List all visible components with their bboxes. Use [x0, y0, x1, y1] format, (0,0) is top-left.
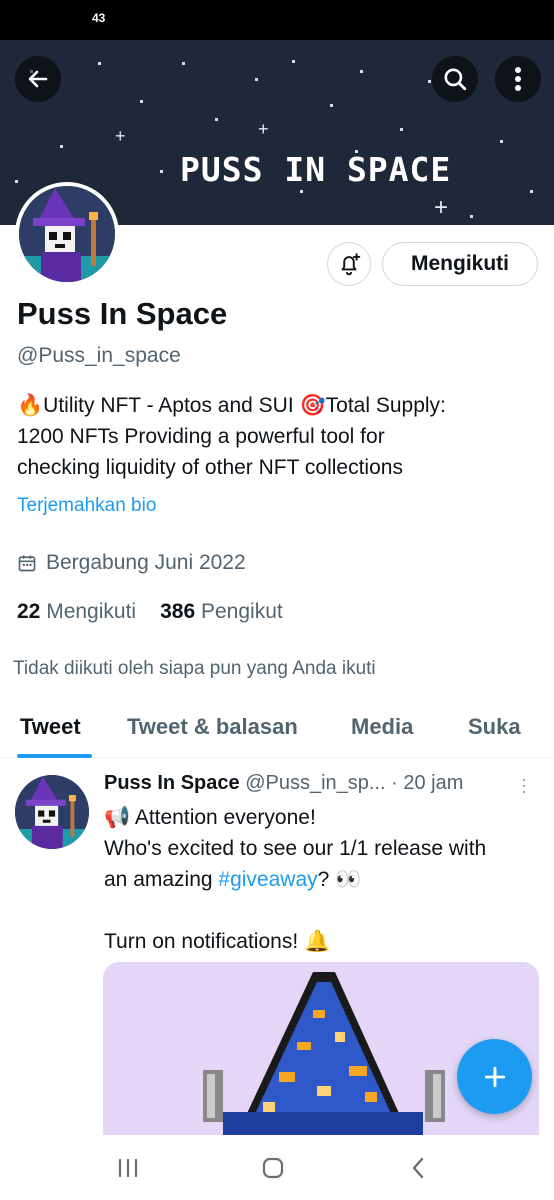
hashtag-link[interactable]: #giveaway — [218, 868, 317, 891]
banner-star — [15, 180, 18, 183]
tab-media[interactable]: Media — [351, 714, 413, 740]
followers-count: 386 — [160, 600, 196, 623]
tweet-line: 📢 Attention everyone! — [104, 806, 316, 829]
followers-stat[interactable]: 386 Pengikut — [160, 600, 283, 624]
status-bar: 43 — [0, 0, 554, 40]
bio-line: 1200 NFTs Providing a powerful tool for — [17, 425, 385, 448]
arrow-left-icon — [28, 70, 48, 88]
tweet-line: Turn on notifications! 🔔 — [104, 930, 331, 953]
banner-star — [292, 60, 295, 63]
banner-star — [160, 170, 163, 173]
tweet-header: Puss In Space @Puss_in_sp... · 20 jam — [104, 772, 463, 795]
tab-likes[interactable]: Suka — [468, 714, 521, 740]
following-count: 22 — [17, 600, 41, 623]
tweet-line: Who's excited to see our 1/1 release wit… — [104, 837, 487, 860]
active-tab-indicator — [17, 754, 92, 758]
avatar-image — [15, 775, 89, 849]
following-label: Mengikuti — [46, 600, 137, 623]
banner-star — [98, 62, 101, 65]
sparkle-icon: + — [434, 194, 449, 221]
banner-star — [330, 104, 333, 107]
profile-avatar[interactable] — [15, 182, 119, 286]
following-button[interactable]: Mengikuti — [382, 242, 538, 286]
banner-star — [400, 128, 403, 131]
banner-star — [182, 62, 185, 65]
home-button[interactable] — [253, 1153, 293, 1183]
back-nav-button[interactable] — [398, 1153, 438, 1183]
banner-star — [470, 215, 473, 218]
tweet-avatar[interactable] — [15, 775, 89, 849]
tweet-text: 📢 Attention everyone! Who's excited to s… — [104, 802, 544, 957]
joined-text: Bergabung Juni 2022 — [46, 551, 246, 574]
avatar — [19, 186, 115, 282]
chevron-left-icon — [412, 1157, 424, 1179]
banner-star — [215, 118, 218, 121]
more-vertical-icon — [515, 67, 521, 91]
bell-plus-icon — [341, 253, 361, 276]
tab-tweets[interactable]: Tweet — [20, 714, 81, 740]
profile-tabs: Tweet Tweet & balasan Media Suka — [0, 700, 554, 758]
plus-icon — [484, 1066, 505, 1087]
back-button[interactable] — [15, 56, 61, 102]
system-nav-bar — [0, 1135, 554, 1200]
bio-line: checking liquidity of other NFT collecti… — [17, 456, 403, 479]
tweet-line: an amazing #giveaway? 👀 — [104, 864, 544, 895]
banner-star — [530, 190, 533, 193]
profile-stats: 22 Mengikuti 386 Pengikut — [17, 600, 283, 624]
tweet-line-text: an amazing — [104, 868, 219, 891]
compose-tweet-button[interactable] — [457, 1039, 532, 1114]
banner-star — [428, 80, 431, 83]
tweet-more-icon[interactable]: · · · — [521, 770, 527, 800]
home-icon — [262, 1157, 284, 1179]
status-time: 43 — [92, 11, 106, 25]
banner-star — [360, 70, 363, 73]
profile-handle: @Puss_in_space — [17, 344, 181, 367]
tab-tweets-replies[interactable]: Tweet & balasan — [127, 714, 298, 740]
banner-star — [140, 100, 143, 103]
notifications-button[interactable] — [327, 242, 371, 286]
avatar-image — [19, 186, 115, 282]
more-options-button[interactable] — [495, 56, 541, 102]
banner-star — [300, 190, 303, 193]
tweet-time: · 20 jam — [391, 772, 464, 794]
followers-label: Pengikut — [200, 600, 283, 623]
not-followed-note: Tidak diikuti oleh siapa pun yang Anda i… — [13, 658, 376, 679]
sparkle-icon: + — [258, 119, 269, 139]
tweet-author-handle[interactable]: @Puss_in_sp... — [245, 772, 385, 794]
tweet-line-text: ? 👀 — [317, 868, 362, 891]
bio-line: 🔥Utility NFT - Aptos and SUI 🎯Total Supp… — [17, 394, 446, 417]
banner-star — [60, 145, 63, 148]
profile-name: Puss In Space — [17, 296, 228, 331]
banner-star — [255, 78, 258, 81]
translate-bio-link[interactable]: Terjemahkan bio — [17, 495, 156, 517]
banner-star — [500, 140, 503, 143]
sparkle-icon: + — [115, 126, 126, 146]
calendar-icon — [18, 555, 36, 572]
joined-date: Bergabung Juni 2022 — [17, 551, 246, 575]
recent-apps-button[interactable] — [108, 1153, 148, 1183]
banner-title: PUSS IN SPACE — [180, 150, 452, 189]
search-button[interactable] — [432, 56, 478, 102]
following-stat[interactable]: 22 Mengikuti — [17, 600, 136, 624]
profile-bio: 🔥Utility NFT - Aptos and SUI 🎯Total Supp… — [17, 390, 542, 483]
recent-apps-icon — [118, 1158, 138, 1178]
tweet-author-name[interactable]: Puss In Space — [104, 772, 240, 794]
search-icon — [444, 68, 467, 91]
